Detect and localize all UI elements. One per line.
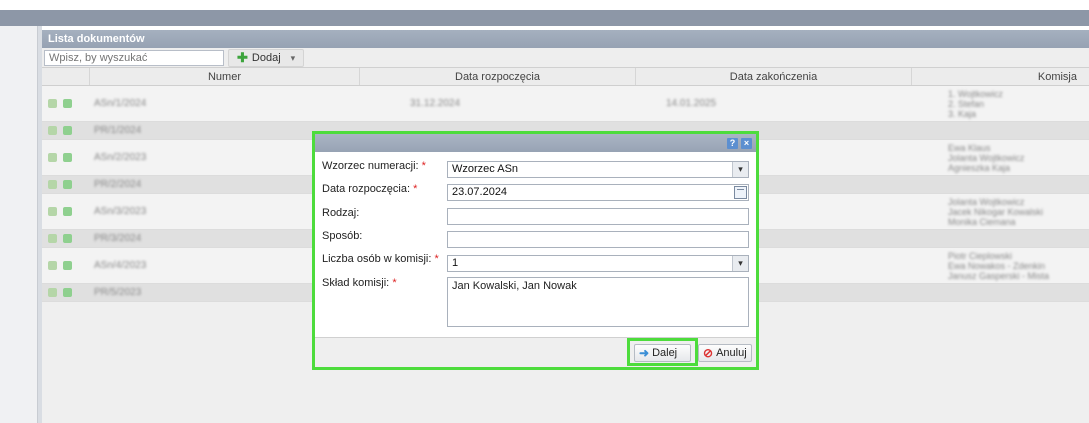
close-icon[interactable]: × [741, 138, 752, 149]
wzorzec-label: Wzorzec numeracji: * [322, 160, 426, 172]
edit-icon[interactable] [48, 261, 57, 270]
required-marker: * [421, 160, 426, 172]
column-header-numer[interactable]: Numer [90, 68, 360, 85]
panel-title: Lista dokumentów [42, 30, 1089, 48]
add-button[interactable]: ✚ Dodaj ▾ [228, 49, 305, 67]
next-button[interactable]: ➜ Dalej [634, 344, 691, 362]
top-strip [0, 0, 1089, 10]
column-header-icons [42, 68, 90, 85]
edit-icon[interactable] [48, 99, 57, 108]
liczba-osob-value: 1 [452, 257, 459, 269]
cell-komisja: 1. Wojtkowicz 2. Stefan 3. Kaja [948, 88, 1003, 119]
required-marker: * [392, 277, 397, 289]
document-icon[interactable] [63, 207, 72, 216]
chevron-down-icon: ▾ [290, 52, 296, 63]
document-icon[interactable] [63, 180, 72, 189]
cancel-icon: ⊘ [703, 346, 714, 360]
sposob-label: Sposób: [322, 230, 363, 242]
edit-icon[interactable] [48, 288, 57, 297]
document-icon[interactable] [63, 234, 72, 243]
required-marker: * [413, 183, 418, 195]
column-header-end-date[interactable]: Data zakończenia [636, 68, 912, 85]
new-document-dialog: ? × Wzorzec numeracji: * Wzorzec ASn ▾ D… [312, 131, 759, 370]
chevron-down-icon[interactable]: ▾ [732, 162, 748, 177]
plus-icon: ✚ [237, 50, 248, 65]
document-icon[interactable] [63, 288, 72, 297]
panel-toolbar: ✚ Dodaj ▾ [42, 48, 1089, 68]
edit-icon[interactable] [48, 180, 57, 189]
app-header-bar [0, 10, 1089, 26]
sklad-komisji-label: Skład komisji: * [322, 277, 397, 289]
rodzaj-label: Rodzaj: [322, 207, 360, 219]
cell-end-date: 14.01.2025 [666, 98, 717, 109]
dialog-footer: ➜ Dalej ⊘ Anuluj [315, 337, 756, 367]
liczba-osob-select[interactable]: 1 ▾ [447, 255, 749, 272]
cancel-button[interactable]: ⊘ Anuluj [698, 344, 752, 362]
help-icon[interactable]: ? [727, 138, 738, 149]
cell-komisja: Piotr Cieplowski Ewa Nowakos - Zdenkin J… [948, 250, 1050, 281]
chevron-down-icon[interactable]: ▾ [732, 256, 748, 271]
sposob-field[interactable] [447, 231, 749, 248]
add-button-label: Dodaj [251, 52, 281, 64]
sklad-komisji-textarea[interactable]: Jan Kowalski, Jan Nowak [447, 277, 749, 327]
data-rozpoczecia-value: 23.07.2024 [452, 186, 508, 198]
data-rozpoczecia-label: Data rozpoczęcia: * [322, 183, 418, 195]
arrow-right-icon: ➜ [639, 346, 650, 360]
left-navigation-rail [0, 26, 38, 423]
wzorzec-select[interactable]: Wzorzec ASn ▾ [447, 161, 749, 178]
dialog-body: Wzorzec numeracji: * Wzorzec ASn ▾ Data … [315, 152, 756, 338]
data-rozpoczecia-field[interactable]: 23.07.2024 [447, 184, 749, 201]
column-header-komisja[interactable]: Komisja [912, 68, 1089, 85]
edit-icon[interactable] [48, 153, 57, 162]
dialog-header[interactable]: ? × [315, 134, 756, 152]
document-icon[interactable] [63, 99, 72, 108]
cell-numer: ASn/1/2024 [94, 98, 147, 109]
search-input[interactable] [44, 50, 224, 66]
edit-icon[interactable] [48, 207, 57, 216]
calendar-icon[interactable] [734, 186, 747, 199]
cell-komisja: Jolanta Wojtkowicz Jacek Nikogar Kowalsk… [948, 196, 1044, 227]
liczba-osob-label: Liczba osób w komisji: * [322, 253, 439, 265]
required-marker: * [434, 253, 439, 265]
document-icon[interactable] [63, 153, 72, 162]
cell-komisja: Ewa Klaus Jolanta Wojtkowicz Agnieszka K… [948, 142, 1025, 173]
next-button-label: Dalej [652, 347, 678, 359]
cell-start-date: 31.12.2024 [410, 98, 461, 109]
wzorzec-value: Wzorzec ASn [452, 163, 519, 175]
rodzaj-field[interactable] [447, 208, 749, 225]
table-row[interactable]: ASn/1/2024 31.12.2024 14.01.2025 1. Wojt… [42, 86, 1089, 122]
document-icon[interactable] [63, 261, 72, 270]
document-icon[interactable] [63, 126, 72, 135]
table-header: Numer Data rozpoczęcia Data zakończenia … [42, 68, 1089, 86]
cancel-button-label: Anuluj [716, 347, 747, 359]
edit-icon[interactable] [48, 234, 57, 243]
edit-icon[interactable] [48, 126, 57, 135]
column-header-start-date[interactable]: Data rozpoczęcia [360, 68, 636, 85]
